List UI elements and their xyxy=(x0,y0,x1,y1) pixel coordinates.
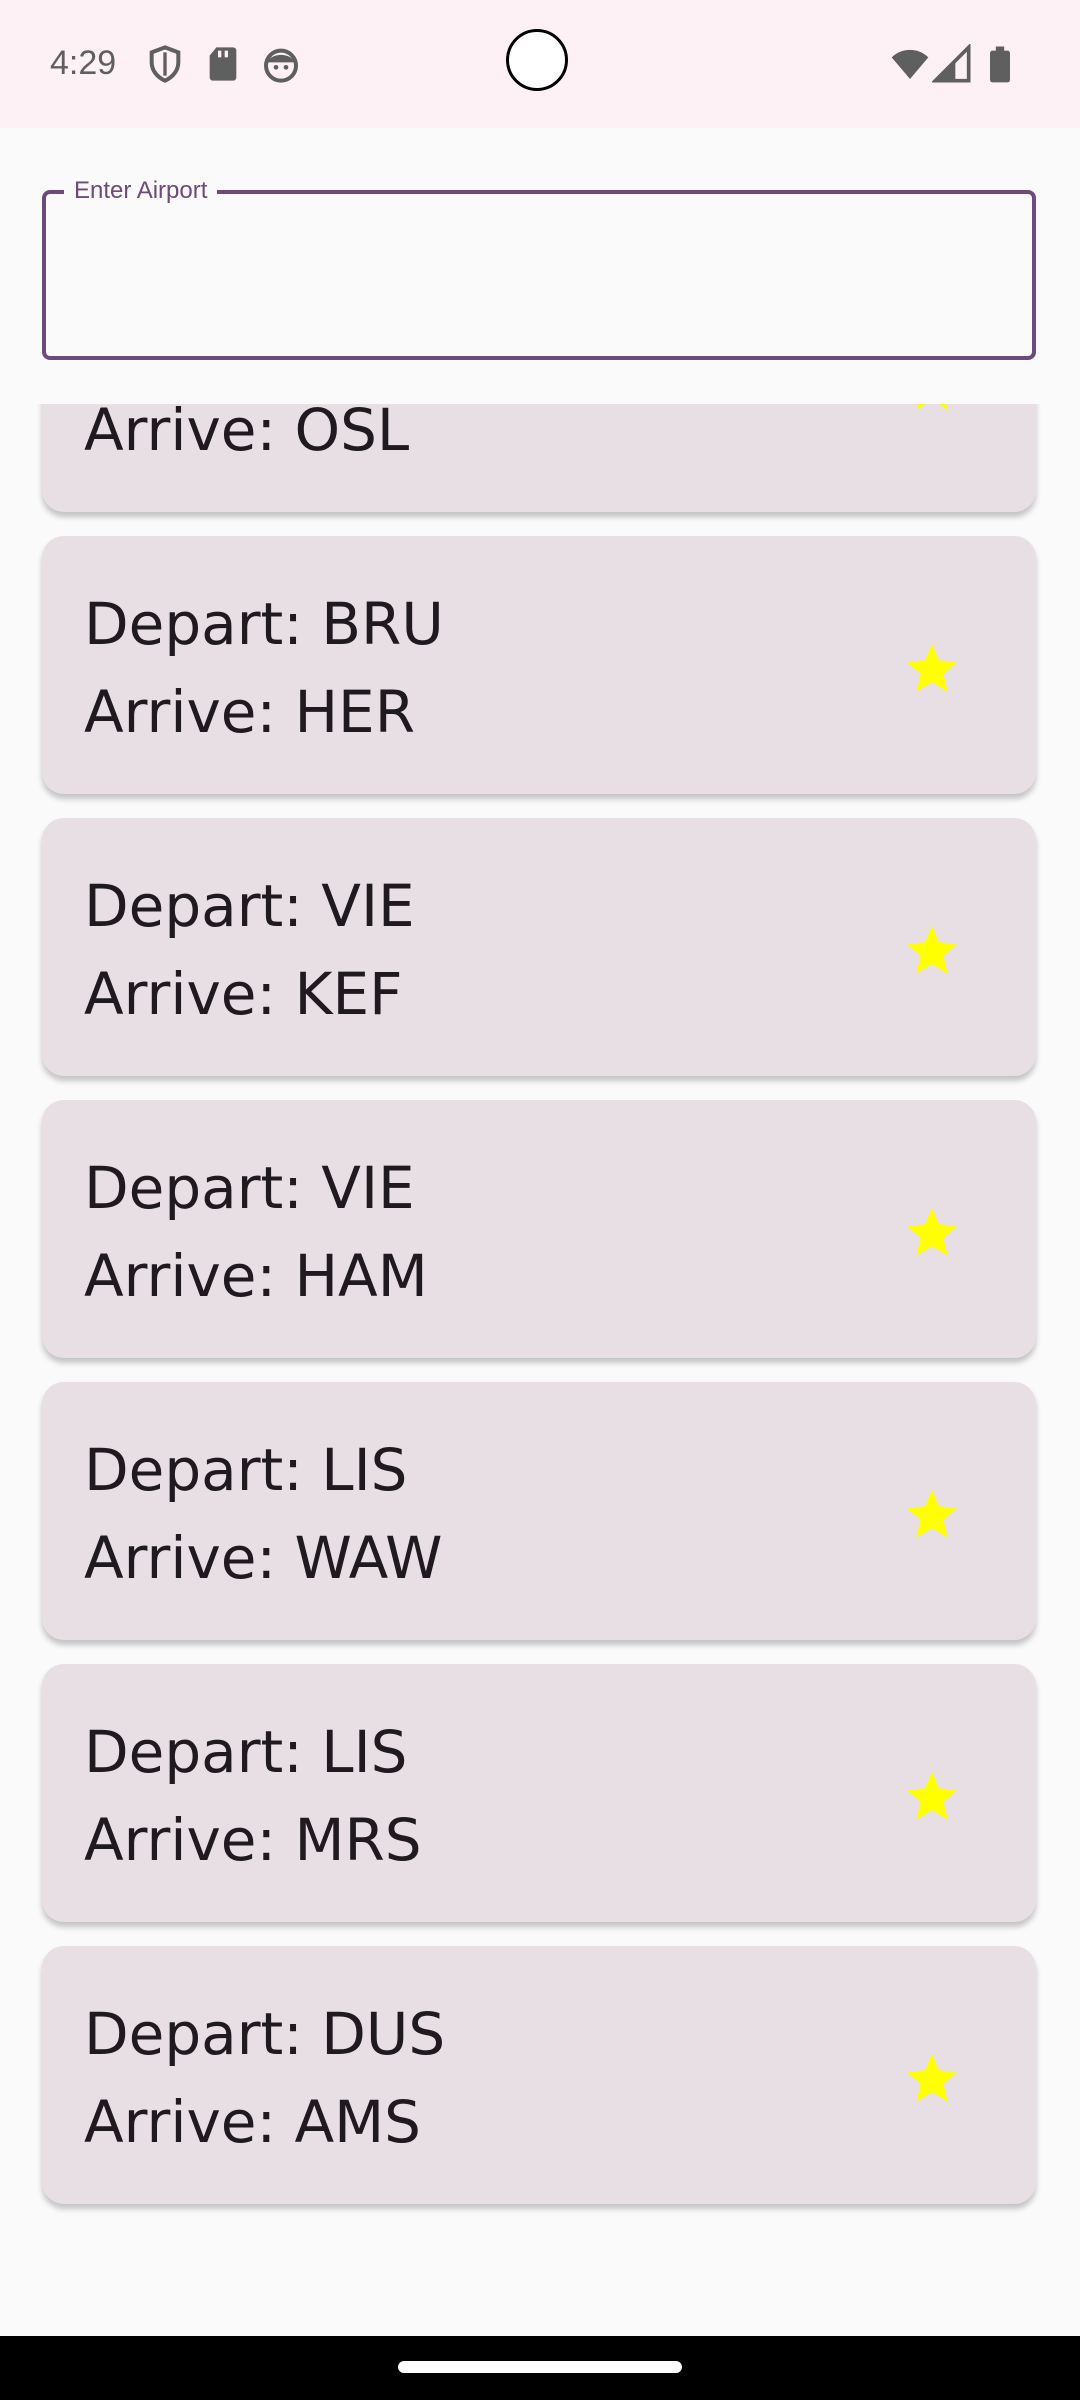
airport-search-input[interactable] xyxy=(66,234,1010,316)
arrive-label: Arrive: MRS xyxy=(84,1806,422,1874)
arrive-label: Arrive: WAW xyxy=(84,1524,443,1592)
star-icon[interactable] xyxy=(904,1486,960,1542)
star-icon[interactable] xyxy=(904,404,960,414)
flight-card[interactable]: Depart: BRUArrive: OSL xyxy=(42,404,1036,512)
arrive-label: Arrive: OSL xyxy=(84,404,410,464)
flight-route: Depart: VIE Arrive: KEF xyxy=(84,862,415,1038)
flight-card[interactable]: Depart: VIE Arrive: HAM xyxy=(42,1100,1036,1358)
status-bar: 4:29 xyxy=(0,0,1080,128)
flight-card[interactable]: Depart: DUS Arrive: AMS xyxy=(42,1946,1036,2204)
flight-card[interactable]: Depart: BRU Arrive: HER xyxy=(42,536,1036,794)
shield-icon xyxy=(149,45,181,83)
flight-route: Depart: LIS Arrive: MRS xyxy=(84,1708,422,1884)
flight-route: Depart: LIS Arrive: WAW xyxy=(84,1426,442,1602)
depart-label: Depart: VIE xyxy=(84,1154,415,1222)
arrive-label: Arrive: KEF xyxy=(84,960,403,1028)
flight-route: Depart: VIE Arrive: HAM xyxy=(84,1144,428,1320)
depart-label: Depart: LIS xyxy=(84,1436,408,1504)
battery-icon xyxy=(990,46,1010,83)
camera-cutout xyxy=(506,29,568,91)
wifi-icon xyxy=(891,49,929,79)
flight-route: Depart: BRU Arrive: HER xyxy=(84,580,444,756)
sd-card-icon xyxy=(209,47,237,81)
flight-card[interactable]: Depart: LIS Arrive: WAW xyxy=(42,1382,1036,1640)
depart-label: Depart: DUS xyxy=(84,2000,446,2068)
star-icon[interactable] xyxy=(904,1768,960,1824)
face-icon xyxy=(264,48,298,83)
star-icon[interactable] xyxy=(904,640,960,696)
home-gesture-handle[interactable] xyxy=(398,2361,682,2373)
flight-route: Depart: BRUArrive: OSL xyxy=(84,404,444,474)
flight-card[interactable]: Depart: VIE Arrive: KEF xyxy=(42,818,1036,1076)
arrive-label: Arrive: AMS xyxy=(84,2088,421,2156)
flight-list[interactable]: Depart: BRUArrive: OSLDepart: BRUArrive:… xyxy=(0,404,1080,2288)
arrive-label: Arrive: HAM xyxy=(84,1242,428,1310)
depart-label: Depart: LIS xyxy=(84,1718,408,1786)
flight-route: Depart: DUS Arrive: AMS xyxy=(84,1990,445,2166)
arrive-label: Arrive: HER xyxy=(84,678,416,746)
star-icon[interactable] xyxy=(904,922,960,978)
depart-label: Depart: VIE xyxy=(84,872,415,940)
airport-search-label: Enter Airport xyxy=(64,177,218,205)
flight-card[interactable]: Depart: LIS Arrive: MRS xyxy=(42,1664,1036,1922)
signal-icon xyxy=(932,44,971,83)
airport-search-field[interactable]: Enter Airport xyxy=(42,177,1036,360)
star-icon[interactable] xyxy=(904,2050,960,2106)
star-icon[interactable] xyxy=(904,1204,960,1260)
depart-label: Depart: BRU xyxy=(84,590,444,658)
status-time: 4:29 xyxy=(50,44,117,82)
